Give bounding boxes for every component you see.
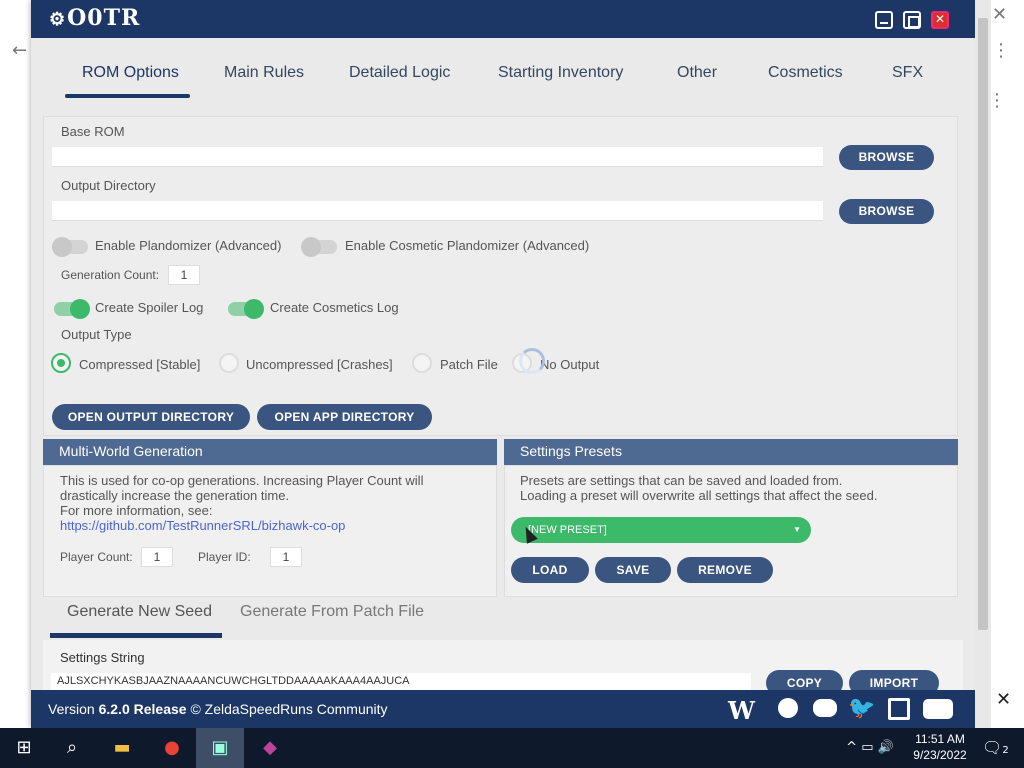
patreon-icon[interactable] xyxy=(778,698,798,718)
main-tabs: ROM Options Main Rules Detailed Logic St… xyxy=(31,38,976,98)
output-type-label: Output Type xyxy=(61,327,132,342)
ootr-app-window: ⚙O0TR ROM Options Main Rules Detailed Lo… xyxy=(31,0,976,728)
tab-rom-options[interactable]: ROM Options xyxy=(82,64,179,82)
open-app-directory-button[interactable]: OPEN APP DIRECTORY xyxy=(257,404,432,430)
scrollbar-thumb[interactable] xyxy=(978,18,988,630)
notifications-icon[interactable]: 🗨2 xyxy=(982,738,1009,757)
emulator-app-icon[interactable]: ◆ xyxy=(246,728,294,768)
output-type-compressed-radio[interactable] xyxy=(51,353,71,373)
tab-detailed-logic[interactable]: Detailed Logic xyxy=(349,64,450,82)
output-type-compressed-label: Compressed [Stable] xyxy=(79,357,201,372)
search-icon[interactable]: ⌕ xyxy=(48,728,96,768)
active-generate-tab-indicator xyxy=(50,633,222,638)
youtube-icon[interactable] xyxy=(923,699,953,719)
file-explorer-icon[interactable]: ▬ xyxy=(98,728,146,768)
tab-sfx[interactable]: SFX xyxy=(892,64,923,82)
player-id-label: Player ID: xyxy=(198,550,251,564)
settings-presets-header: Settings Presets xyxy=(504,439,958,465)
more-options-icon[interactable]: ⋮ xyxy=(992,40,1010,61)
wikipedia-icon[interactable]: W xyxy=(728,696,755,725)
create-cosmetics-log-toggle[interactable] xyxy=(228,299,264,319)
rom-options-panel: Base ROM BROWSE Output Directory BROWSE … xyxy=(43,116,958,436)
output-type-uncompressed-label: Uncompressed [Crashes] xyxy=(246,357,393,372)
settings-string-input[interactable]: AJLSXCHYKASBJAAZNAAAANCUWCHGLTDDAAAAAKAA… xyxy=(51,673,751,690)
maximize-button[interactable] xyxy=(903,11,921,29)
enable-cosmetic-plandomizer-label: Enable Cosmetic Plandomizer (Advanced) xyxy=(345,238,590,253)
windows-start-icon[interactable]: ⊞ xyxy=(0,728,48,768)
preset-select[interactable]: [NEW PRESET] ▼ xyxy=(511,517,811,543)
browse-output-directory-button[interactable]: BROWSE xyxy=(839,199,934,224)
load-preset-button[interactable]: LOAD xyxy=(511,557,589,583)
system-tray-icons[interactable]: ^ ▭ 🔊 xyxy=(834,728,906,768)
taskbar-clock[interactable]: 11:51 AM 9/23/2022 xyxy=(905,731,975,763)
browse-base-rom-button[interactable]: BROWSE xyxy=(839,145,934,170)
twitter-icon[interactable]: 🐦 xyxy=(848,696,875,721)
base-rom-label: Base ROM xyxy=(61,124,125,139)
tab-starting-inventory[interactable]: Starting Inventory xyxy=(498,64,623,82)
tab-other[interactable]: Other xyxy=(677,64,717,82)
save-preset-button[interactable]: SAVE xyxy=(595,557,671,583)
open-output-directory-button[interactable]: OPEN OUTPUT DIRECTORY xyxy=(52,404,250,430)
generation-count-label: Generation Count: xyxy=(61,268,160,282)
tab-cosmetics[interactable]: Cosmetics xyxy=(768,64,843,82)
output-type-patch-file-label: Patch File xyxy=(440,357,498,372)
close-icon[interactable]: ✕ xyxy=(992,4,1007,25)
back-arrow-icon[interactable]: ← xyxy=(12,40,27,61)
create-cosmetics-log-label: Create Cosmetics Log xyxy=(270,300,399,315)
output-type-patch-file-radio[interactable] xyxy=(412,353,432,373)
base-rom-input[interactable] xyxy=(52,147,823,167)
generation-count-input[interactable]: 1 xyxy=(168,265,200,285)
bizhawk-coop-link[interactable]: https://github.com/TestRunnerSRL/bizhawk… xyxy=(60,518,490,533)
generate-tabs: Generate New Seed Generate From Patch Fi… xyxy=(31,598,976,638)
settings-string-label: Settings String xyxy=(60,650,145,665)
output-directory-input[interactable] xyxy=(52,201,823,221)
multiworld-panel: This is used for co-op generations. Incr… xyxy=(43,465,497,597)
create-spoiler-log-label: Create Spoiler Log xyxy=(95,300,204,315)
chrome-icon[interactable]: ● xyxy=(148,728,196,768)
output-type-no-output-label: No Output xyxy=(540,357,600,372)
active-tab-indicator xyxy=(65,94,190,98)
multiworld-description: This is used for co-op generations. Incr… xyxy=(60,473,490,533)
ootr-app-icon[interactable]: ▣ xyxy=(196,728,244,768)
minimize-button[interactable] xyxy=(875,11,893,29)
output-directory-label: Output Directory xyxy=(61,178,156,193)
version-text: Version 6.2.0 Release © ZeldaSpeedRuns C… xyxy=(48,701,388,717)
player-count-label: Player Count: xyxy=(60,550,133,564)
settings-presets-panel: Presets are settings that can be saved a… xyxy=(504,465,958,597)
multiworld-header: Multi-World Generation xyxy=(43,439,497,465)
player-id-input[interactable]: 1 xyxy=(270,547,302,567)
title-bar[interactable]: ⚙O0TR xyxy=(31,0,976,38)
remove-preset-button[interactable]: REMOVE xyxy=(677,557,773,583)
chevron-down-icon: ▼ xyxy=(793,525,801,534)
footer-bar: Version 6.2.0 Release © ZeldaSpeedRuns C… xyxy=(31,690,976,728)
enable-plandomizer-label: Enable Plandomizer (Advanced) xyxy=(95,238,282,253)
enable-cosmetic-plandomizer-toggle[interactable] xyxy=(301,237,337,257)
presets-description: Presets are settings that can be saved a… xyxy=(520,473,878,503)
output-type-uncompressed-radio[interactable] xyxy=(219,353,239,373)
player-count-input[interactable]: 1 xyxy=(141,547,173,567)
app-logo: ⚙O0TR xyxy=(49,5,141,31)
enable-plandomizer-toggle[interactable] xyxy=(52,237,88,257)
create-spoiler-log-toggle[interactable] xyxy=(54,299,90,319)
windows-taskbar: ⊞ ⌕ ▬ ● ▣ ◆ ^ ▭ 🔊 11:51 AM 9/23/2022 🗨2 xyxy=(0,728,1024,768)
discord-icon[interactable] xyxy=(813,699,837,717)
loading-spinner-icon xyxy=(519,348,545,374)
twitch-icon[interactable] xyxy=(888,698,910,720)
settings-string-panel: Settings String AJLSXCHYKASBJAAZNAAAANCU… xyxy=(43,640,963,696)
close-button[interactable] xyxy=(931,11,949,29)
gear-icon: ⚙ xyxy=(49,9,67,30)
tab-main-rules[interactable]: Main Rules xyxy=(224,64,304,82)
tab-generate-from-patch-file[interactable]: Generate From Patch File xyxy=(240,603,424,621)
close-icon[interactable]: ✕ xyxy=(996,689,1011,710)
tab-generate-new-seed[interactable]: Generate New Seed xyxy=(67,603,212,621)
